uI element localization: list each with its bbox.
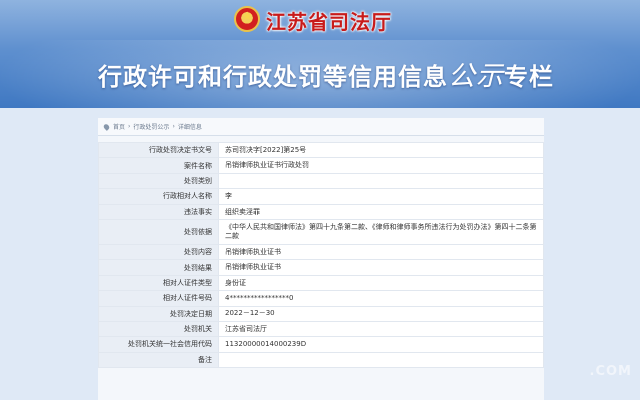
table-row: 处罚类别	[98, 172, 544, 190]
table-row: 处罚机关统一社会信用代码 11320000014000239D	[98, 336, 544, 353]
row-label: 处罚机关统一社会信用代码	[98, 336, 219, 353]
breadcrumb-current: 详细信息	[177, 124, 202, 131]
row-value: 4*****************0	[218, 290, 544, 307]
row-value: 吊销律师执业证书	[218, 259, 544, 276]
row-label: 行政相对人名称	[98, 188, 219, 205]
row-value: 江苏省司法厅	[218, 320, 544, 338]
table-row: 违法事实 组织卖淫罪	[98, 203, 544, 220]
watermark-text: .COM	[589, 364, 632, 379]
row-label: 处罚类别	[98, 172, 219, 190]
breadcrumb-home-link[interactable]: 首页	[113, 122, 125, 131]
header-banner: 江苏省司法厅 行政许可和行政处罚等信用信息公示专栏	[0, 0, 640, 108]
row-value: 吊销律师执业证书	[218, 243, 544, 261]
row-label: 处罚依据	[98, 218, 219, 245]
table-row: 案件名称 吊销律师执业证书行政处罚	[98, 157, 544, 174]
table-row: 处罚机关 江苏省司法厅	[98, 320, 544, 338]
row-label: 备注	[98, 351, 219, 369]
row-value: 组织卖淫罪	[218, 203, 544, 220]
table-row: 行政处罚决定书文号 苏司罚决字[2022]第25号	[98, 141, 544, 159]
table-row: 处罚内容 吊销律师执业证书	[98, 243, 544, 261]
row-value: 11320000014000239D	[218, 336, 544, 353]
row-label: 处罚机关	[98, 320, 219, 338]
row-label: 处罚结果	[98, 259, 219, 276]
breadcrumb-separator-icon: ›	[128, 123, 131, 130]
table-row: 处罚结果 吊销律师执业证书	[98, 259, 544, 276]
row-value: 苏司罚决字[2022]第25号	[218, 141, 544, 159]
table-row: 备注	[98, 351, 544, 369]
table-row: 相对人证件类型 身份证	[98, 274, 544, 292]
breadcrumb-separator-icon: ›	[172, 123, 175, 130]
national-emblem-icon	[234, 6, 260, 32]
row-label: 相对人证件号码	[98, 290, 219, 307]
row-value: 2022－12－30	[218, 305, 544, 322]
breadcrumb: 首页 › 行政处罚公示 › 详细信息	[98, 118, 544, 136]
table-row: 行政相对人名称 李	[98, 188, 544, 205]
department-name: 江苏省司法厅	[266, 10, 392, 34]
location-pin-icon	[102, 122, 111, 131]
page-title-main: 行政许可和行政处罚等信用信息	[98, 63, 448, 91]
row-label: 处罚决定日期	[98, 305, 219, 322]
detail-panel: 首页 › 行政处罚公示 › 详细信息 行政处罚决定书文号 苏司罚决字[2022]…	[98, 118, 544, 400]
row-value: 《中华人民共和国律师法》第四十九条第二款、《律师和律师事务所违法行为处罚办法》第…	[218, 218, 544, 245]
row-label: 行政处罚决定书文号	[98, 141, 219, 159]
table-row: 处罚决定日期 2022－12－30	[98, 305, 544, 322]
breadcrumb-penalty-link[interactable]: 行政处罚公示	[133, 122, 169, 131]
row-label: 违法事实	[98, 203, 219, 220]
row-value: 吊销律师执业证书行政处罚	[218, 157, 544, 174]
table-row: 相对人证件号码 4*****************0	[98, 290, 544, 307]
row-label: 相对人证件类型	[98, 274, 219, 292]
row-label: 处罚内容	[98, 243, 219, 261]
row-label: 案件名称	[98, 157, 219, 174]
row-value: 李	[218, 188, 544, 205]
table-row: 处罚依据 《中华人民共和国律师法》第四十九条第二款、《律师和律师事务所违法行为处…	[98, 218, 544, 245]
page-title-end: 专栏	[504, 63, 554, 91]
penalty-info-table: 行政处罚决定书文号 苏司罚决字[2022]第25号 案件名称 吊销律师执业证书行…	[98, 141, 544, 369]
page-title: 行政许可和行政处罚等信用信息公示专栏	[98, 54, 554, 93]
row-value	[218, 172, 544, 190]
page-title-script: 公示	[448, 61, 504, 92]
row-value: 身份证	[218, 274, 544, 292]
row-value	[218, 351, 544, 369]
